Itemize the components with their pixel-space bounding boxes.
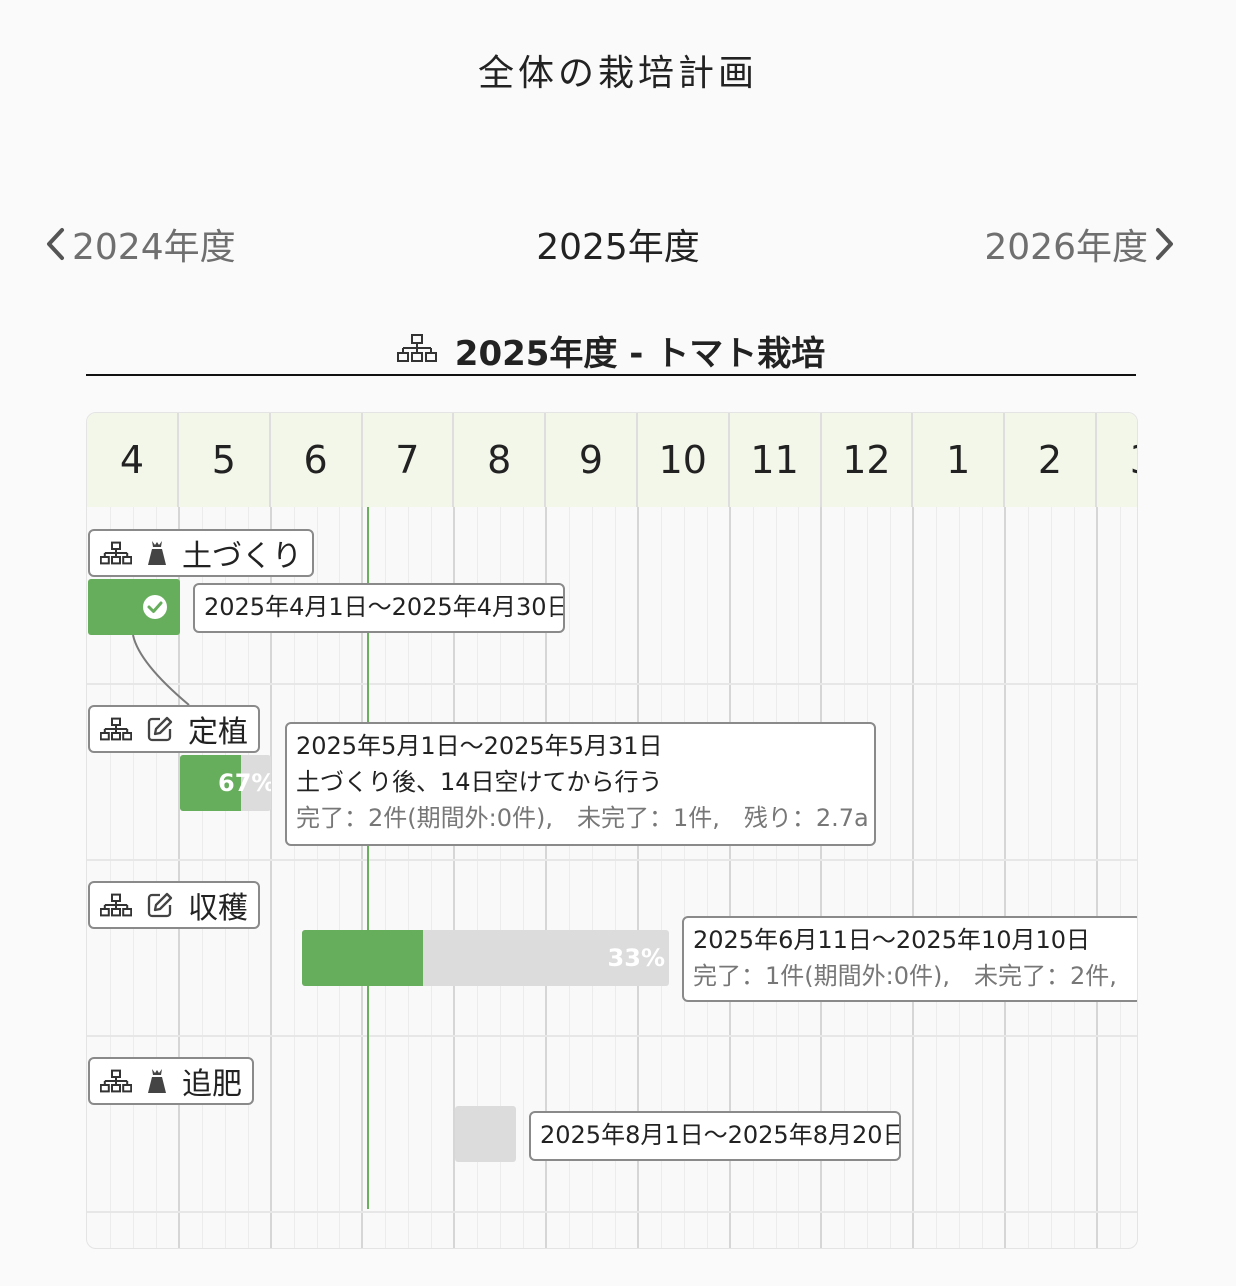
task-bar-planting[interactable]: 67% [180,755,271,811]
month-header-cell: 7 [362,413,455,507]
plan-title: 2025年度 - トマト栽培 [454,333,826,374]
row-separator [87,683,1137,685]
task-bar-soil-preparation[interactable] [88,579,180,635]
task-bar-harvest[interactable]: 33% [302,930,669,986]
chevron-right-icon [1154,227,1176,261]
month-header-cell: 4 [87,413,179,507]
month-header-row: 456789101112123 [87,413,1137,507]
row-separator [87,1035,1137,1037]
task-label-top-dressing[interactable]: 追肥 [88,1057,254,1105]
month-header-cell: 6 [271,413,363,507]
task-label-planting[interactable]: 定植 [88,705,260,753]
week-grid-line [1050,507,1052,1248]
chevron-left-icon [44,227,66,261]
hierarchy-icon [100,1069,132,1093]
gantt-chart: 456789101112123 土づくり [86,412,1138,1249]
task-progress-label: 33% [607,944,665,972]
check-circle-icon [142,594,168,624]
task-tooltip-soil-preparation: 2025年4月1日〜2025年4月30日 [193,583,565,633]
task-tooltip-top-dressing: 2025年8月1日〜2025年8月20日 [529,1111,901,1161]
task-stats: 完了：2件(期間外:0件), 未完了：1件, 残り：2.7a [296,804,869,832]
task-progress-fill [302,930,424,986]
next-year-label: 2026年度 [984,227,1148,268]
week-grid-line [982,507,984,1248]
month-header-cell: 10 [638,413,730,507]
dependency-connector [132,634,190,706]
month-header-cell: 3 [1097,413,1137,507]
month-header-cell: 1 [913,413,1006,507]
task-label-text: 定植 [188,715,248,750]
month-grid-line [1004,507,1006,1248]
previous-year-label: 2024年度 [72,227,236,268]
edit-icon [146,715,174,743]
month-grid-line [912,507,915,1248]
task-label-text: 収穫 [188,891,248,926]
month-header-cell: 12 [821,413,914,507]
task-bar-top-dressing[interactable] [455,1106,516,1162]
task-label-text: 土づくり [182,539,302,574]
fertilizer-bag-icon [146,539,168,567]
hierarchy-icon [396,333,437,367]
fertilizer-bag-icon [146,1067,168,1095]
task-tooltip-harvest: 2025年6月11日〜2025年10月10日 完了：1件(期間外:0件), 未完… [682,916,1137,1002]
edit-icon [146,891,174,919]
month-header-cell: 2 [1005,413,1097,507]
month-header-cell: 8 [454,413,547,507]
year-navigation: 2024年度 2025年度 2026年度 [0,218,1236,274]
week-grid-line [959,507,961,1248]
task-date-range: 2025年8月1日〜2025年8月20日 [540,1121,901,1149]
month-header-cell: 9 [546,413,638,507]
task-date-range: 2025年4月1日〜2025年4月30日 [204,593,565,621]
task-date-range: 2025年6月11日〜2025年10月10日 [693,926,1091,954]
page-title: 全体の栽培計画 [477,53,758,94]
week-grid-line [936,507,938,1248]
hierarchy-icon [100,717,132,741]
task-stats: 完了：1件(期間外:0件), 未完了：2件, [693,962,1117,990]
task-label-text: 追肥 [182,1067,242,1102]
task-label-harvest[interactable]: 収穫 [88,881,260,929]
task-note: 土づくり後、14日空けてから行う [296,768,663,796]
next-year-button[interactable]: 2026年度 [984,218,1176,270]
week-grid-line [1027,507,1029,1248]
row-separator [87,1211,1137,1213]
task-progress-label: 67% [218,769,271,797]
week-grid-line [1119,507,1121,1248]
task-date-range: 2025年5月1日〜2025年5月31日 [296,732,663,760]
task-label-soil-preparation[interactable]: 土づくり [88,529,314,577]
previous-year-button[interactable]: 2024年度 [44,218,236,270]
row-separator [87,859,1137,861]
hierarchy-icon [100,541,132,565]
month-header-cell: 11 [730,413,822,507]
week-grid-line [1073,507,1075,1248]
plan-header: 2025年度 - トマト栽培 [86,326,1136,376]
month-header-cell: 5 [179,413,271,507]
task-tooltip-planting: 2025年5月1日〜2025年5月31日 土づくり後、14日空けてから行う 完了… [285,722,876,846]
month-grid-line [1095,507,1098,1248]
hierarchy-icon [100,893,132,917]
